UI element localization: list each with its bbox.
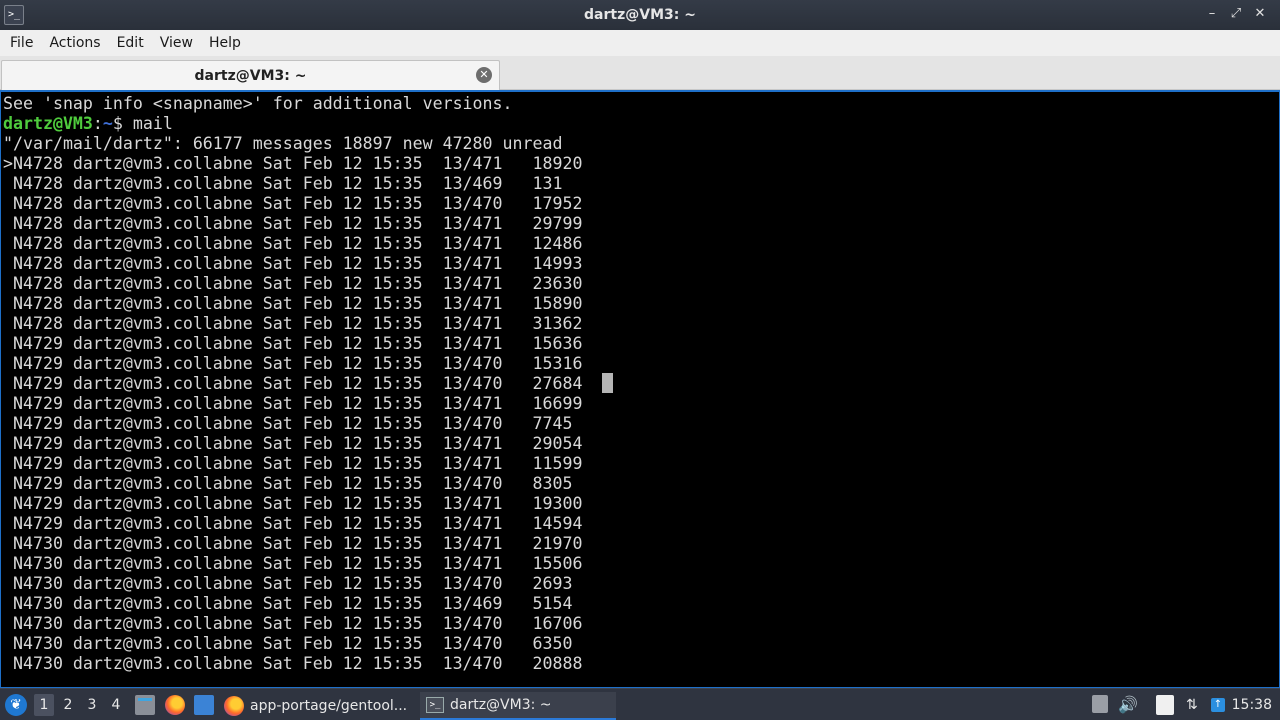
message-row: >N4728 dartz@vm3.collabne Sat Feb 12 15:… xyxy=(3,154,583,173)
message-row: N4730 dartz@vm3.collabne Sat Feb 12 15:3… xyxy=(3,594,573,613)
task-terminal[interactable]: >_ dartz@VM3: ~ xyxy=(420,692,616,720)
terminal-icon: >_ xyxy=(426,697,444,713)
message-row: N4730 dartz@vm3.collabne Sat Feb 12 15:3… xyxy=(3,634,573,653)
prompt-separator: : xyxy=(92,114,103,133)
workspace-1[interactable]: 1 xyxy=(34,694,54,716)
mailbox-header: "/var/mail/dartz": 66177 messages 18897 … xyxy=(3,134,563,153)
tray-app-icon[interactable] xyxy=(1092,695,1108,713)
message-row: N4728 dartz@vm3.collabne Sat Feb 12 15:3… xyxy=(3,174,563,193)
message-row: N4729 dartz@vm3.collabne Sat Feb 12 15:3… xyxy=(3,514,583,533)
message-row: N4728 dartz@vm3.collabne Sat Feb 12 15:3… xyxy=(3,294,583,313)
prompt-line: dartz@VM3:~$ mail xyxy=(3,114,582,134)
message-row: N4730 dartz@vm3.collabne Sat Feb 12 15:3… xyxy=(3,534,583,553)
message-row: N4730 dartz@vm3.collabne Sat Feb 12 15:3… xyxy=(3,554,583,573)
message-row: N4728 dartz@vm3.collabne Sat Feb 12 15:3… xyxy=(3,274,583,293)
clipboard-icon[interactable] xyxy=(1156,695,1174,715)
message-row: N4730 dartz@vm3.collabne Sat Feb 12 15:3… xyxy=(3,614,583,633)
terminal-output: See 'snap info <snapname>' for additiona… xyxy=(3,94,582,674)
tab-terminal[interactable]: dartz@VM3: ~ ✕ xyxy=(1,60,500,90)
message-row: N4729 dartz@vm3.collabne Sat Feb 12 15:3… xyxy=(3,434,583,453)
workspace-4[interactable]: 4 xyxy=(106,694,126,716)
file-manager-icon[interactable] xyxy=(135,695,155,715)
taskbar: ❦ 1 2 3 4 app-portage/gentool... >_ dart… xyxy=(0,688,1280,720)
close-circle-icon[interactable]: ✕ xyxy=(476,67,492,83)
workspace-2[interactable]: 2 xyxy=(58,694,78,716)
message-row: N4728 dartz@vm3.collabne Sat Feb 12 15:3… xyxy=(3,254,583,273)
message-row: N4728 dartz@vm3.collabne Sat Feb 12 15:3… xyxy=(3,234,583,253)
prompt-command: $ mail xyxy=(112,114,173,133)
message-list: >N4728 dartz@vm3.collabne Sat Feb 12 15:… xyxy=(3,154,582,674)
message-row: N4729 dartz@vm3.collabne Sat Feb 12 15:3… xyxy=(3,374,583,393)
maximize-icon[interactable]: ⤢ xyxy=(1230,6,1242,21)
minimize-icon[interactable]: – xyxy=(1206,6,1218,21)
firefox-icon xyxy=(224,696,244,716)
title-bar[interactable]: >_ dartz@VM3: ~ – ⤢ ✕ xyxy=(0,0,1280,30)
message-row: N4729 dartz@vm3.collabne Sat Feb 12 15:3… xyxy=(3,414,573,433)
tab-bar: dartz@VM3: ~ ✕ xyxy=(0,56,1280,90)
message-row: N4729 dartz@vm3.collabne Sat Feb 12 15:3… xyxy=(3,354,583,373)
message-row: N4729 dartz@vm3.collabne Sat Feb 12 15:3… xyxy=(3,454,583,473)
message-row: N4730 dartz@vm3.collabne Sat Feb 12 15:3… xyxy=(3,574,573,593)
task-firefox[interactable]: app-portage/gentool... xyxy=(222,692,414,720)
window-title: dartz@VM3: ~ xyxy=(584,7,696,23)
task-label: dartz@VM3: ~ xyxy=(450,697,552,713)
message-row: N4728 dartz@vm3.collabne Sat Feb 12 15:3… xyxy=(3,194,583,213)
terminal-line: See 'snap info <snapname>' for additiona… xyxy=(3,94,513,113)
message-row: N4729 dartz@vm3.collabne Sat Feb 12 15:3… xyxy=(3,334,583,353)
update-icon[interactable]: ↑ xyxy=(1211,698,1225,712)
message-row: N4729 dartz@vm3.collabne Sat Feb 12 15:3… xyxy=(3,394,583,413)
menu-file[interactable]: File xyxy=(2,35,41,51)
volume-icon[interactable]: 🔊 xyxy=(1118,695,1138,715)
window-controls: – ⤢ ✕ xyxy=(1206,6,1266,21)
terminal-view[interactable]: See 'snap info <snapname>' for additiona… xyxy=(0,90,1280,688)
message-row: N4729 dartz@vm3.collabne Sat Feb 12 15:3… xyxy=(3,474,573,493)
menu-actions[interactable]: Actions xyxy=(41,35,108,51)
menu-view[interactable]: View xyxy=(152,35,201,51)
menu-edit[interactable]: Edit xyxy=(109,35,152,51)
network-icon[interactable]: ⇅ xyxy=(1186,695,1198,715)
prompt-user: dartz@VM3 xyxy=(3,114,93,133)
workspace-3[interactable]: 3 xyxy=(82,694,102,716)
task-label: app-portage/gentool... xyxy=(250,698,408,714)
clock[interactable]: 15:38 xyxy=(1232,695,1272,715)
prompt-path: ~ xyxy=(102,114,113,133)
tab-label: dartz@VM3: ~ xyxy=(194,67,307,84)
menu-help[interactable]: Help xyxy=(201,35,249,51)
show-desktop-icon[interactable] xyxy=(194,695,214,715)
terminal-icon[interactable]: >_ xyxy=(4,5,24,25)
firefox-icon[interactable] xyxy=(165,695,185,715)
close-icon[interactable]: ✕ xyxy=(1254,6,1266,21)
message-row: N4728 dartz@vm3.collabne Sat Feb 12 15:3… xyxy=(3,314,583,333)
message-row: N4728 dartz@vm3.collabne Sat Feb 12 15:3… xyxy=(3,214,583,233)
start-menu-icon[interactable]: ❦ xyxy=(5,694,27,716)
menu-bar: File Actions Edit View Help xyxy=(0,30,1280,56)
text-cursor xyxy=(602,373,613,393)
message-row: N4730 dartz@vm3.collabne Sat Feb 12 15:3… xyxy=(3,654,583,673)
message-row: N4729 dartz@vm3.collabne Sat Feb 12 15:3… xyxy=(3,494,583,513)
